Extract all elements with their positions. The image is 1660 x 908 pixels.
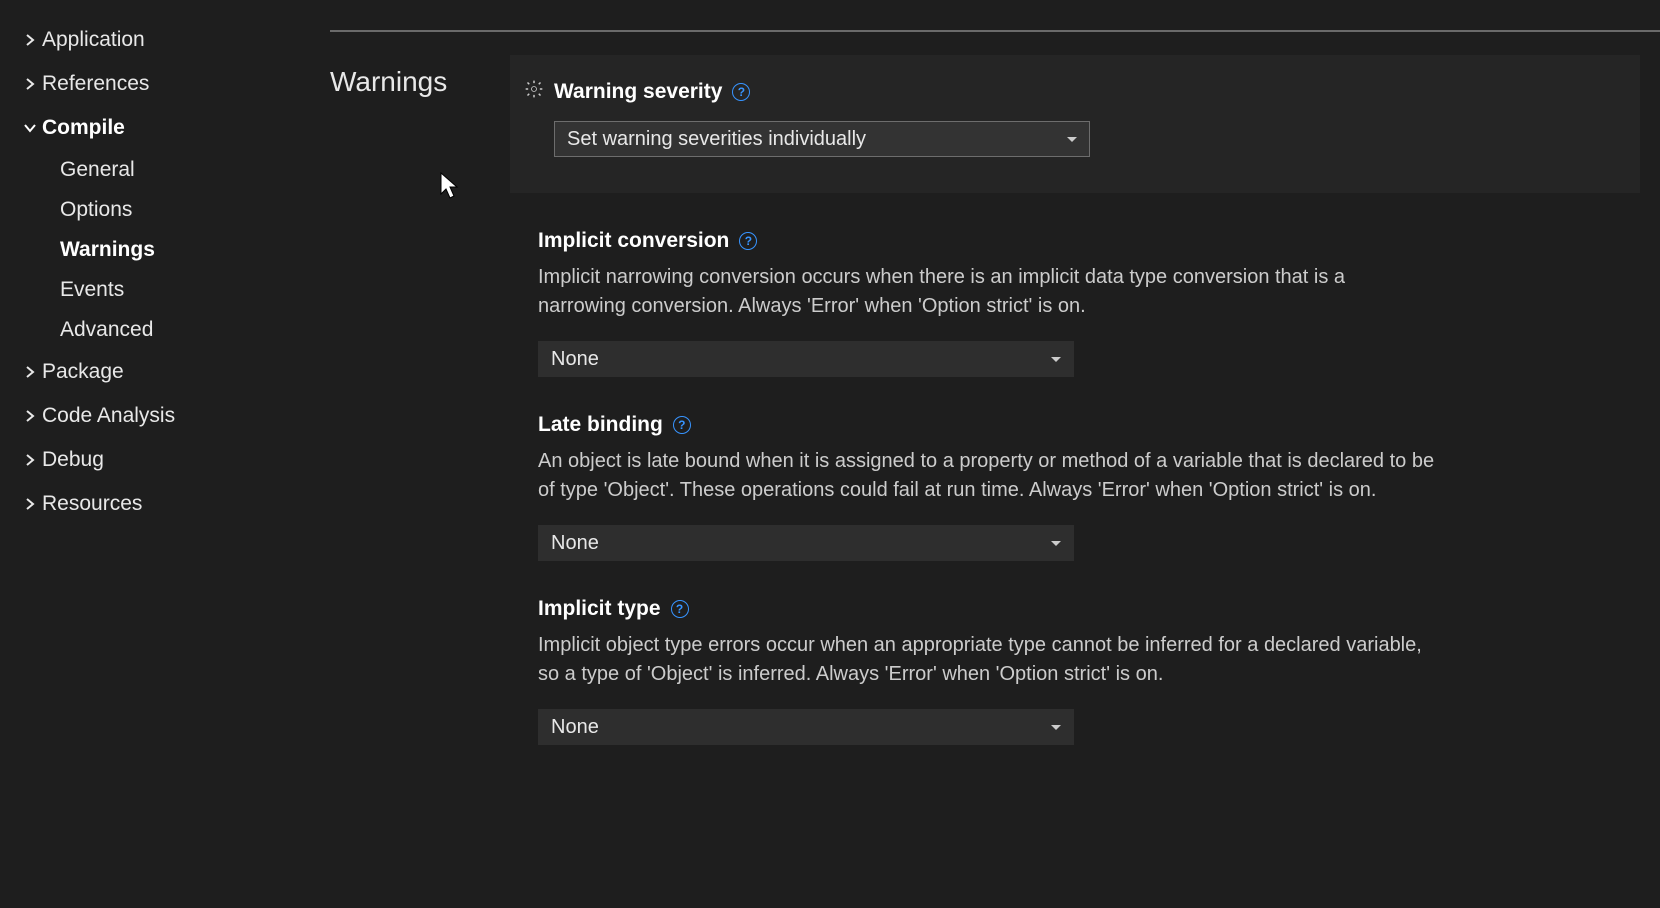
late-binding-dropdown[interactable]: None (538, 525, 1074, 561)
sidebar-item-debug[interactable]: Debug (20, 438, 330, 482)
sidebar-item-code-analysis[interactable]: Code Analysis (20, 394, 330, 438)
chevron-down-icon (1051, 725, 1061, 730)
warning-severity-dropdown[interactable]: Set warning severities individually (554, 121, 1090, 157)
sidebar-item-label: Compile (42, 116, 125, 140)
chevron-right-icon (20, 33, 40, 47)
content: Warning severity ? Set warning severitie… (510, 55, 1640, 745)
sidebar-subitem-general[interactable]: General (60, 150, 330, 190)
implicit-conversion-block: Implicit conversion ? Implicit narrowing… (510, 193, 1640, 377)
chevron-down-icon (1051, 357, 1061, 362)
sidebar-item-compile[interactable]: Compile (20, 106, 330, 150)
dropdown-value: Set warning severities individually (567, 128, 866, 151)
late-binding-label-row: Late binding ? (538, 413, 1612, 437)
implicit-conversion-label-row: Implicit conversion ? (538, 229, 1612, 253)
warning-severity-label: Warning severity (554, 80, 722, 104)
sidebar-subitem-advanced[interactable]: Advanced (60, 310, 330, 350)
late-binding-block: Late binding ? An object is late bound w… (510, 377, 1640, 561)
setting-label: Implicit conversion (538, 229, 729, 253)
help-icon[interactable]: ? (673, 416, 691, 434)
dropdown-value: None (551, 716, 599, 739)
divider (330, 30, 1660, 32)
sidebar-item-label: Resources (42, 492, 142, 516)
setting-description: An object is late bound when it is assig… (538, 447, 1438, 505)
warning-severity-block: Warning severity ? Set warning severitie… (510, 55, 1640, 193)
sidebar-item-references[interactable]: References (20, 62, 330, 106)
setting-label: Late binding (538, 413, 663, 437)
sidebar-item-label: Code Analysis (42, 404, 175, 428)
sidebar-item-resources[interactable]: Resources (20, 482, 330, 526)
implicit-conversion-dropdown[interactable]: None (538, 341, 1074, 377)
chevron-down-icon (1067, 137, 1077, 142)
sidebar-compile-children: General Options Warnings Events Advanced (20, 150, 330, 350)
sidebar-item-label: Application (42, 28, 145, 52)
dropdown-value: None (551, 532, 599, 555)
chevron-right-icon (20, 77, 40, 91)
warning-severity-label-row: Warning severity ? (524, 79, 1612, 105)
chevron-right-icon (20, 453, 40, 467)
sidebar-item-package[interactable]: Package (20, 350, 330, 394)
implicit-type-label-row: Implicit type ? (538, 597, 1612, 621)
implicit-type-dropdown[interactable]: None (538, 709, 1074, 745)
sidebar-item-application[interactable]: Application (20, 18, 330, 62)
sidebar-subitem-events[interactable]: Events (60, 270, 330, 310)
setting-description: Implicit object type errors occur when a… (538, 631, 1438, 689)
main-panel: Warnings Warning severity ? Set warning … (330, 0, 1660, 908)
sidebar-item-label: Debug (42, 448, 104, 472)
chevron-down-icon (1051, 541, 1061, 546)
sidebar: Application References Compile General O… (0, 0, 330, 908)
gear-icon (524, 79, 544, 105)
setting-description: Implicit narrowing conversion occurs whe… (538, 263, 1438, 321)
help-icon[interactable]: ? (671, 600, 689, 618)
setting-label: Implicit type (538, 597, 661, 621)
chevron-right-icon (20, 365, 40, 379)
sidebar-subitem-options[interactable]: Options (60, 190, 330, 230)
sidebar-subitem-warnings[interactable]: Warnings (60, 230, 330, 270)
chevron-right-icon (20, 497, 40, 511)
help-icon[interactable]: ? (732, 83, 750, 101)
chevron-down-icon (20, 123, 40, 133)
dropdown-value: None (551, 348, 599, 371)
sidebar-item-label: References (42, 72, 149, 96)
help-icon[interactable]: ? (739, 232, 757, 250)
chevron-right-icon (20, 409, 40, 423)
section-title: Warnings (330, 66, 447, 98)
sidebar-item-label: Package (42, 360, 124, 384)
implicit-type-block: Implicit type ? Implicit object type err… (510, 561, 1640, 745)
